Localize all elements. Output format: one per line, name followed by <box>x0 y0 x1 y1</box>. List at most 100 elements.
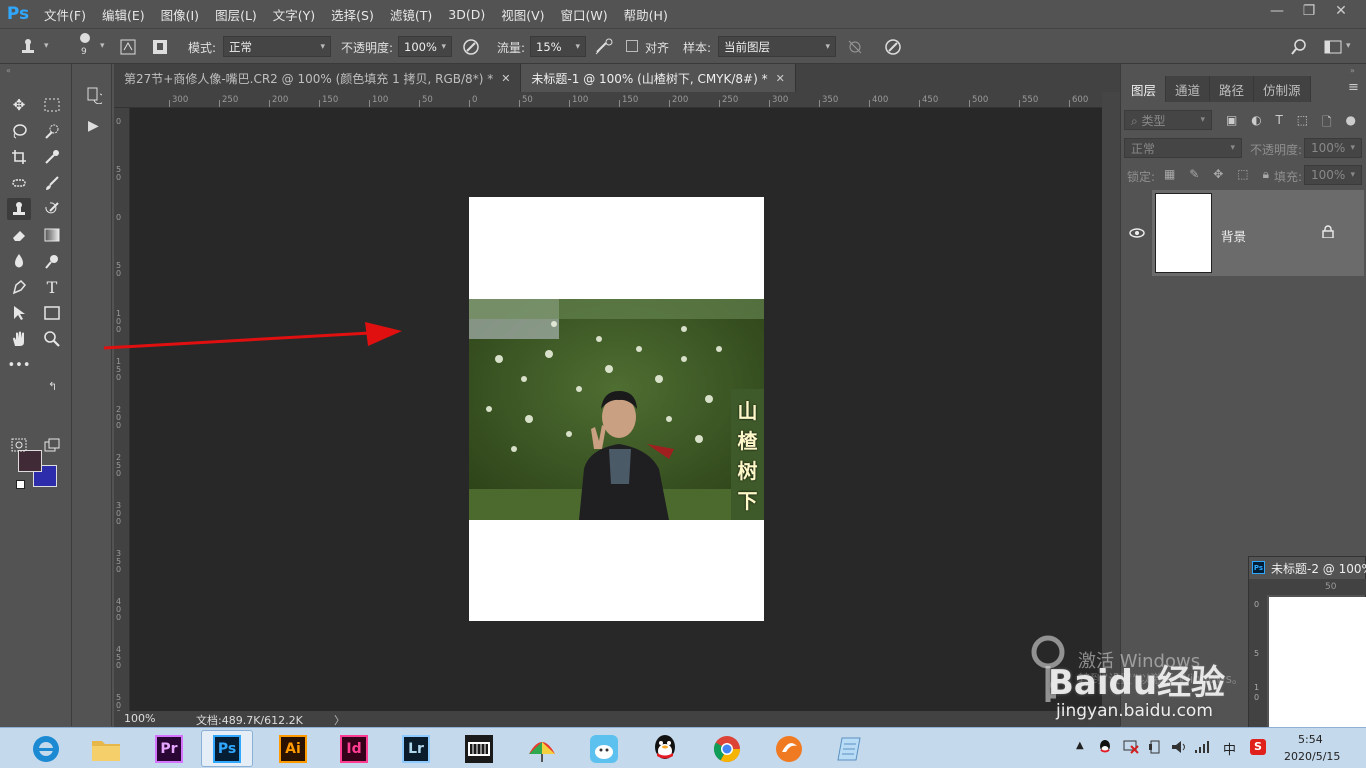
dodge-tool-icon[interactable] <box>40 250 64 272</box>
menu-image[interactable]: 图像(I) <box>153 0 207 28</box>
menu-window[interactable]: 窗口(W) <box>553 0 616 28</box>
ignore-adjustment-icon[interactable] <box>845 37 865 57</box>
actions-play-icon[interactable]: ▶ <box>88 118 99 134</box>
clock-time[interactable]: 5:54 <box>1298 733 1323 746</box>
taskbar-chrome[interactable] <box>701 730 753 767</box>
minimize-button[interactable]: — <box>1262 0 1292 22</box>
taskbar-browser[interactable] <box>763 730 815 767</box>
tray-network-error-icon[interactable] <box>1123 740 1139 757</box>
filter-toggle-icon[interactable]: ● <box>1345 113 1355 134</box>
taskbar-explorer[interactable] <box>80 730 132 767</box>
default-colors-icon[interactable] <box>16 480 25 489</box>
align-checkbox[interactable] <box>626 40 638 52</box>
tray-expand-icon[interactable]: ▲ <box>1076 740 1084 751</box>
opacity-input[interactable]: 100% ▾ <box>398 36 452 57</box>
eyedropper-tool-icon[interactable] <box>40 146 64 168</box>
lock-position-icon[interactable]: ✥ <box>1213 167 1223 182</box>
shape-filter-icon[interactable]: ⬚ <box>1297 113 1308 134</box>
clone-stamp-preset-icon[interactable] <box>18 37 38 57</box>
healing-brush-tool-icon[interactable] <box>7 172 31 194</box>
blur-tool-icon[interactable] <box>7 250 31 272</box>
clone-source-icon[interactable] <box>150 37 170 57</box>
tab-document-2[interactable]: 未标题-1 @ 100% (山楂树下, CMYK/8#) * ✕ <box>521 64 796 92</box>
search-icon[interactable] <box>1289 37 1309 57</box>
floating-document-canvas[interactable] <box>1269 597 1366 729</box>
restore-button[interactable]: ❐ <box>1294 0 1324 22</box>
layer-visibility-toggle[interactable] <box>1122 190 1152 276</box>
taskbar-indesign[interactable]: Id <box>328 730 380 767</box>
taskbar-illustrator[interactable]: Ai <box>267 730 319 767</box>
marquee-tool-icon[interactable] <box>40 94 64 116</box>
close-button[interactable]: ✕ <box>1326 0 1356 22</box>
menu-view[interactable]: 视图(V) <box>493 0 552 28</box>
taskbar-video-editor[interactable] <box>453 730 505 767</box>
tab-document-1[interactable]: 第27节+商修人像-嘴巴.CR2 @ 100% (颜色填充 1 拷贝, RGB/… <box>114 64 522 92</box>
clock-date[interactable]: 2020/5/15 <box>1284 750 1340 763</box>
preset-dropdown-icon[interactable]: ▾ <box>44 41 49 51</box>
floating-document-window[interactable]: Ps 未标题-2 @ 100% 50 0 5 1 0 <box>1248 556 1366 729</box>
eraser-tool-icon[interactable] <box>7 224 31 246</box>
smart-object-filter-icon[interactable]: 🗋 <box>1322 113 1332 134</box>
menu-layer[interactable]: 图层(L) <box>207 0 265 28</box>
quick-select-tool-icon[interactable] <box>40 120 64 142</box>
blend-mode-select[interactable]: 正常 ▾ <box>1124 138 1242 158</box>
type-filter-icon[interactable]: T <box>1276 113 1283 134</box>
lock-transparent-icon[interactable]: ▦ <box>1164 167 1175 182</box>
airbrush-icon[interactable] <box>594 37 614 57</box>
adjustment-filter-icon[interactable]: ◐ <box>1251 113 1261 134</box>
tray-qq-icon[interactable] <box>1098 739 1112 758</box>
move-tool-icon[interactable]: ✥ <box>7 94 31 116</box>
photo-layer[interactable]: 山 楂 树 下 <box>469 299 764 520</box>
gradient-tool-icon[interactable] <box>40 224 64 246</box>
tray-volume-icon[interactable] <box>1171 740 1187 757</box>
pressure-size-icon[interactable] <box>883 37 903 57</box>
flow-input[interactable]: 15% ▾ <box>530 36 586 57</box>
lock-image-icon[interactable]: ✎ <box>1189 167 1199 182</box>
tray-ime-indicator[interactable]: 中 <box>1223 739 1236 758</box>
layer-kind-filter[interactable]: ⌕ 类型 ▾ <box>1124 110 1212 130</box>
type-tool-icon[interactable]: T <box>40 276 64 298</box>
history-brush-tool-icon[interactable] <box>40 198 64 220</box>
taskbar-ie[interactable] <box>20 730 72 767</box>
menu-file[interactable]: 文件(F) <box>36 0 94 28</box>
brush-tool-icon[interactable] <box>40 172 64 194</box>
tray-sogou-icon[interactable]: S <box>1250 739 1266 755</box>
mode-select[interactable]: 正常 ▾ <box>223 36 331 57</box>
zoom-tool-icon[interactable] <box>40 328 64 350</box>
crop-tool-icon[interactable] <box>7 146 31 168</box>
pen-tool-icon[interactable] <box>7 276 31 298</box>
brush-settings-icon[interactable] <box>118 37 138 57</box>
quick-mask-icon[interactable] <box>7 434 31 456</box>
menu-help[interactable]: 帮助(H) <box>616 0 676 28</box>
tab-clone-source[interactable]: 仿制源 <box>1254 76 1311 102</box>
tab-layers[interactable]: 图层 <box>1122 76 1167 102</box>
taskbar-premiere[interactable]: Pr <box>143 730 195 767</box>
lock-artboard-icon[interactable]: ⬚ <box>1237 167 1248 182</box>
brush-dropdown-icon[interactable]: ▾ <box>100 41 105 51</box>
status-menu-icon[interactable]: 〉 <box>334 712 345 728</box>
taskbar-qq[interactable] <box>639 730 691 767</box>
sample-select[interactable]: 当前图层 ▾ <box>718 36 836 57</box>
fill-input[interactable]: 100% ▾ <box>1304 165 1362 185</box>
menu-3d[interactable]: 3D(D) <box>440 0 493 28</box>
collapse-panel-icon[interactable]: » <box>1350 66 1355 75</box>
brush-tip-icon[interactable] <box>80 33 90 43</box>
taskbar-bird-app[interactable] <box>578 730 630 767</box>
close-icon[interactable]: ✕ <box>501 72 510 85</box>
menu-edit[interactable]: 编辑(E) <box>94 0 153 28</box>
collapse-icon[interactable]: « <box>6 66 11 75</box>
menu-select[interactable]: 选择(S) <box>323 0 382 28</box>
history-icon[interactable] <box>86 86 105 107</box>
hand-tool-icon[interactable] <box>7 328 31 350</box>
taskbar-umbrella-app[interactable] <box>516 730 568 767</box>
taskbar-notepad[interactable] <box>825 730 877 767</box>
menu-type[interactable]: 文字(Y) <box>265 0 323 28</box>
swap-colors-icon[interactable]: ↰ <box>48 380 57 393</box>
panel-menu-icon[interactable]: ≡ <box>1348 80 1359 95</box>
layer-name[interactable]: 背景 <box>1221 226 1246 245</box>
layer-opacity-input[interactable]: 100% ▾ <box>1304 138 1362 158</box>
path-select-tool-icon[interactable] <box>7 302 31 324</box>
tray-signal-icon[interactable] <box>1194 740 1210 757</box>
tab-channels[interactable]: 通道 <box>1166 76 1211 102</box>
more-tools-icon[interactable]: ••• <box>7 354 31 376</box>
